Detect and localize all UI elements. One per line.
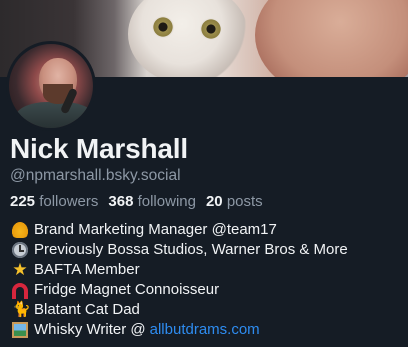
banner-person-photo [255, 0, 408, 77]
cat-eye [200, 18, 222, 40]
bio-text: Brand Marketing Manager @team17 [34, 221, 277, 238]
avatar[interactable] [6, 41, 96, 131]
bio-line: 🐈 Blatant Cat Dad [12, 300, 348, 320]
following-label: following [137, 193, 196, 210]
bio-line: Previously Bossa Studios, Warner Bros & … [12, 240, 348, 260]
profile-handle: @npmarshall.bsky.social [10, 167, 181, 184]
bio-line: Whisky Writer @ allbutdrams.com [12, 320, 348, 340]
cat-icon: 🐈 [12, 301, 31, 318]
posts-count: 20 [205, 193, 223, 210]
magnet-icon [12, 283, 28, 299]
followers-link[interactable]: 225 followers [10, 193, 98, 210]
cat-eye [152, 16, 174, 38]
followers-count: 225 [10, 193, 36, 210]
bio-text: Previously Bossa Studios, Warner Bros & … [34, 241, 348, 258]
profile-stats: 225 followers 368 following 20 posts [10, 193, 263, 210]
avatar-shirt [15, 102, 93, 128]
posts-label: posts [226, 193, 263, 210]
clock-icon [12, 242, 28, 258]
profile-bio: Brand Marketing Manager @team17 Previous… [12, 220, 348, 340]
picture-icon [12, 322, 28, 338]
bio-line: ★ BAFTA Member [12, 260, 348, 280]
followers-label: followers [39, 193, 99, 210]
bio-website-link[interactable]: allbutdrams.com [150, 320, 260, 340]
posts-stat: 20 posts [206, 193, 263, 210]
bio-text: Blatant Cat Dad [34, 301, 140, 318]
bio-text: BAFTA Member [34, 261, 140, 278]
following-link[interactable]: 368 following [108, 193, 196, 210]
bio-line: Brand Marketing Manager @team17 [12, 220, 348, 240]
following-count: 368 [108, 193, 134, 210]
bio-line: Fridge Magnet Connoisseur [12, 280, 348, 300]
bio-text: Fridge Magnet Connoisseur [34, 281, 220, 298]
display-name: Nick Marshall [10, 133, 188, 164]
bell-icon [12, 222, 28, 238]
banner-cat-photo [128, 0, 248, 77]
bio-text: Whisky Writer @ [34, 321, 146, 338]
star-icon: ★ [12, 260, 28, 279]
